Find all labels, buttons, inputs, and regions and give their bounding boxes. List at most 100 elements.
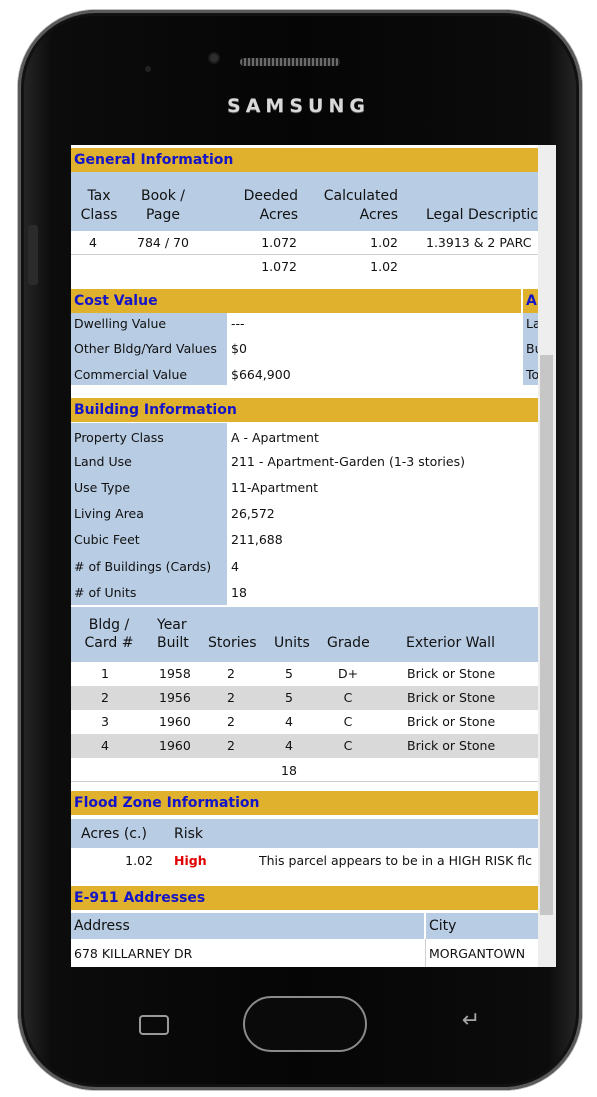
- header-calc-line1: Calculated: [323, 188, 398, 204]
- header-book-page: Book / Page: [135, 187, 191, 225]
- card-exterior-wall: Brick or Stone: [407, 714, 496, 729]
- card-number: 2: [101, 690, 109, 705]
- header-year-line1: Year: [157, 617, 187, 633]
- card-exterior-wall: Brick or Stone: [407, 666, 496, 681]
- header-address: Address: [74, 918, 130, 934]
- bldg-label-living-area: Living Area: [74, 506, 144, 521]
- total-deeded-acres: 1.072: [261, 259, 297, 274]
- cell-tax-class: 4: [89, 235, 97, 250]
- scrollbar-thumb[interactable]: [540, 355, 553, 915]
- recent-apps-key[interactable]: [139, 1015, 169, 1035]
- card-year: 1960: [159, 714, 191, 729]
- bldg-value-num-buildings: 4: [231, 559, 239, 574]
- header-year: Year Built: [157, 616, 189, 652]
- card-year: 1960: [159, 738, 191, 753]
- proximity-sensor: [145, 66, 151, 72]
- bldg-value-num-units: 18: [231, 585, 247, 600]
- flood-risk-badge: High: [174, 853, 207, 868]
- card-stories: 2: [227, 714, 235, 729]
- card-stories: 2: [227, 666, 235, 681]
- bldg-label-num-buildings: # of Buildings (Cards): [74, 559, 212, 574]
- front-camera: [210, 54, 218, 62]
- card-number: 4: [101, 738, 109, 753]
- earpiece-speaker: [240, 58, 340, 66]
- side-label-3: To: [526, 367, 538, 382]
- cost-label-dwelling: Dwelling Value: [74, 316, 167, 331]
- header-card-line1: Bldg /: [88, 617, 130, 633]
- bldg-value-living-area: 26,572: [231, 506, 275, 521]
- header-stories: Stories: [208, 635, 257, 651]
- card-units: 5: [285, 666, 293, 681]
- header-deeded-line2: Acres: [259, 207, 298, 223]
- header-risk: Risk: [174, 826, 204, 842]
- section-general-title: General Information: [71, 148, 538, 172]
- bldg-label-use-type: Use Type: [74, 480, 131, 495]
- home-button[interactable]: [243, 996, 367, 1052]
- section-side-title: A: [523, 289, 538, 313]
- card-year: 1956: [159, 690, 191, 705]
- card-exterior-wall: Brick or Stone: [407, 690, 496, 705]
- cell-legal-description: 1.3913 & 2 PARC: [426, 235, 532, 250]
- bldg-label-cubic-feet: Cubic Feet: [74, 532, 140, 547]
- header-units: Units: [274, 635, 310, 651]
- e911-city: MORGANTOWN: [429, 946, 526, 961]
- header-acres: Acres (c.): [81, 826, 147, 842]
- cost-value-commercial: $664,900: [231, 367, 291, 382]
- bldg-value-land-use: 211 - Apartment-Garden (1-3 stories): [231, 454, 465, 469]
- section-flood-title: Flood Zone Information: [71, 791, 538, 815]
- cost-value-dwelling: ---: [231, 316, 245, 331]
- section-cost-title: Cost Value: [71, 289, 521, 313]
- brand-logo: SAMSUNG: [227, 95, 370, 117]
- e911-address: 678 KILLARNEY DR: [74, 946, 193, 961]
- header-year-line2: Built: [157, 635, 189, 651]
- header-card: Bldg / Card #: [81, 616, 137, 652]
- browser-viewport: General Information Tax Class Book / Pag…: [71, 145, 538, 967]
- divider: [71, 254, 538, 255]
- card-grade: C: [343, 690, 353, 705]
- header-tax-class-line2: Class: [80, 207, 118, 223]
- header-exterior-wall: Exterior Wall: [406, 635, 495, 651]
- header-book-page-line1: Book /: [140, 188, 185, 204]
- card-year: 1958: [159, 666, 191, 681]
- divider: [425, 939, 426, 967]
- header-book-page-line2: Page: [146, 207, 180, 223]
- bldg-label-property-class: Property Class: [74, 430, 164, 445]
- card-units: 4: [285, 738, 293, 753]
- divider: [71, 781, 538, 782]
- header-deeded-line1: Deeded: [243, 188, 298, 204]
- total-calculated-acres: 1.02: [370, 259, 398, 274]
- bldg-label-land-use: Land Use: [74, 454, 132, 469]
- back-key-icon[interactable]: ↵: [455, 1010, 487, 1032]
- card-stories: 2: [227, 738, 235, 753]
- card-exterior-wall: Brick or Stone: [407, 738, 496, 753]
- cell-book-page: 784 / 70: [137, 235, 189, 250]
- flood-note: This parcel appears to be in a HIGH RISK…: [259, 853, 532, 868]
- card-number: 3: [101, 714, 109, 729]
- volume-button: [28, 225, 38, 285]
- cell-calculated-acres: 1.02: [370, 235, 398, 250]
- bldg-label-num-units: # of Units: [74, 585, 137, 600]
- card-grade: C: [343, 738, 353, 753]
- cost-label-commercial: Commercial Value: [74, 367, 188, 382]
- header-deeded-acres: Deeded Acres: [221, 187, 298, 225]
- card-grade: D+: [337, 666, 359, 681]
- bldg-value-use-type: 11-Apartment: [231, 480, 319, 495]
- cost-value-other-bldg: $0: [231, 341, 247, 356]
- bldg-value-property-class: A - Apartment: [231, 430, 319, 445]
- side-label-1: La: [526, 316, 538, 331]
- scrollbar[interactable]: [538, 145, 556, 967]
- section-e911-title: E-911 Addresses: [71, 886, 538, 910]
- header-tax-class-line1: Tax: [87, 188, 111, 204]
- cell-deeded-acres: 1.072: [261, 235, 297, 250]
- header-tax-class: Tax Class: [71, 187, 127, 225]
- card-grade: C: [343, 714, 353, 729]
- header-card-line2: Card #: [84, 635, 134, 651]
- card-units: 5: [285, 690, 293, 705]
- bldg-value-cubic-feet: 211,688: [231, 532, 283, 547]
- header-calc-line2: Acres: [359, 207, 398, 223]
- cost-label-other-bldg: Other Bldg/Yard Values: [74, 341, 217, 356]
- side-label-2: Bu: [526, 341, 538, 356]
- header-calculated-acres: Calculated Acres: [314, 187, 398, 225]
- flood-acres: 1.02: [125, 853, 153, 868]
- header-city: City: [429, 918, 457, 934]
